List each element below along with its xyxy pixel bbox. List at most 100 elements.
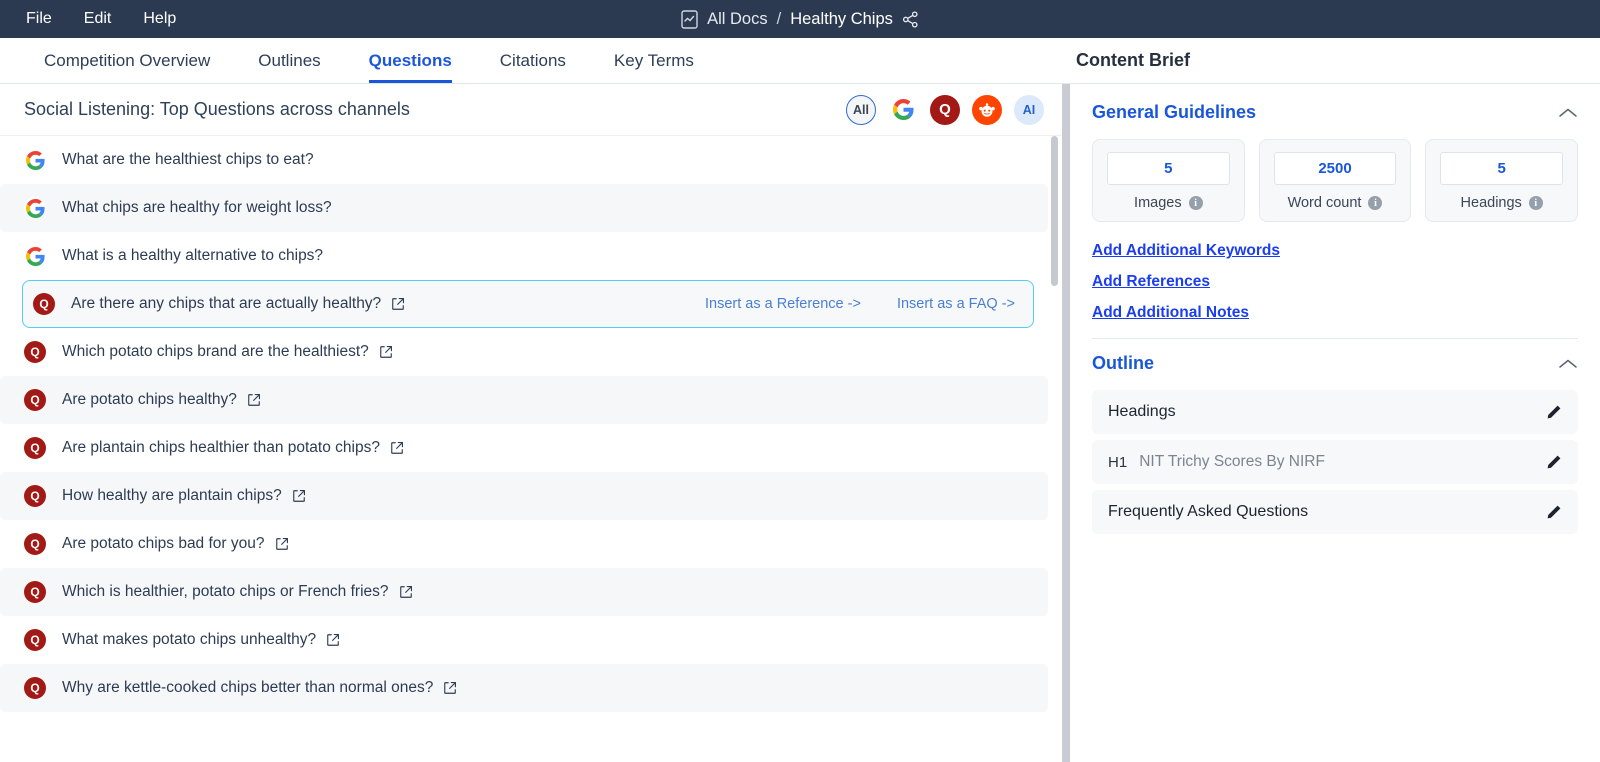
external-link-icon[interactable] xyxy=(292,489,306,503)
reddit-icon[interactable] xyxy=(972,95,1002,125)
outline-label: Frequently Asked Questions xyxy=(1108,503,1546,521)
breadcrumb: All Docs / Healthy Chips xyxy=(0,10,1600,29)
outline-row-faq[interactable]: Frequently Asked Questions xyxy=(1092,490,1578,534)
breadcrumb-all-docs[interactable]: All Docs xyxy=(707,10,768,29)
google-icon xyxy=(24,197,46,219)
quora-icon: Q xyxy=(24,533,46,555)
stat-word-count: 2500 Word count i xyxy=(1259,139,1412,222)
edit-pencil-icon[interactable] xyxy=(1546,454,1562,470)
external-link-icon[interactable] xyxy=(275,537,289,551)
external-link-icon[interactable] xyxy=(326,633,340,647)
menu-file[interactable]: File xyxy=(14,6,64,32)
menu-edit[interactable]: Edit xyxy=(72,6,124,32)
headings-input[interactable]: 5 xyxy=(1440,152,1563,185)
word-count-input[interactable]: 2500 xyxy=(1274,152,1397,185)
question-text: What chips are healthy for weight loss? xyxy=(62,199,332,217)
question-text: What makes potato chips unhealthy? xyxy=(62,631,316,649)
question-text: Are there any chips that are actually he… xyxy=(71,295,381,313)
content-brief-panel: General Guidelines 5 Images i 2500 Word … xyxy=(1070,84,1600,762)
quora-icon: Q xyxy=(24,677,46,699)
insert-as-faq-button[interactable]: Insert as a FAQ -> xyxy=(897,296,1015,312)
content-brief-header: Content Brief xyxy=(1062,38,1600,83)
quora-icon: Q xyxy=(24,389,46,411)
external-link-icon[interactable] xyxy=(247,393,261,407)
info-icon[interactable]: i xyxy=(1529,196,1543,210)
questions-scrollbar[interactable] xyxy=(1051,136,1058,286)
general-guidelines-header: General Guidelines xyxy=(1092,102,1578,123)
external-link-icon[interactable] xyxy=(443,681,457,695)
tab-citations[interactable]: Citations xyxy=(476,38,590,83)
quora-icon: Q xyxy=(24,437,46,459)
info-icon[interactable]: i xyxy=(1368,196,1382,210)
quora-icon: Q xyxy=(24,629,46,651)
list-item[interactable]: Q Why are kettle-cooked chips better tha… xyxy=(0,664,1048,712)
list-item[interactable]: Q How healthy are plantain chips? xyxy=(0,472,1048,520)
general-guidelines-title[interactable]: General Guidelines xyxy=(1092,102,1256,123)
questions-list: What are the healthiest chips to eat? Wh… xyxy=(0,136,1062,762)
list-item[interactable]: Q Are potato chips bad for you? xyxy=(0,520,1048,568)
stat-images: 5 Images i xyxy=(1092,139,1245,222)
tabs-row: Competition Overview Outlines Questions … xyxy=(0,38,1600,84)
quora-icon[interactable]: Q xyxy=(930,95,960,125)
edit-pencil-icon[interactable] xyxy=(1546,404,1562,420)
stat-headings: 5 Headings i xyxy=(1425,139,1578,222)
questions-section-header: Social Listening: Top Questions across c… xyxy=(0,84,1062,136)
tabs-group: Competition Overview Outlines Questions … xyxy=(0,38,1062,83)
tab-questions[interactable]: Questions xyxy=(345,38,476,83)
info-icon[interactable]: i xyxy=(1189,196,1203,210)
list-item[interactable]: What are the healthiest chips to eat? xyxy=(0,136,1048,184)
outline-row-h1[interactable]: H1 NIT Trichy Scores By NIRF xyxy=(1092,440,1578,484)
chevron-up-icon[interactable] xyxy=(1558,358,1578,370)
insert-as-reference-button[interactable]: Insert as a Reference -> xyxy=(705,296,861,312)
tab-key-terms[interactable]: Key Terms xyxy=(590,38,718,83)
tab-outlines[interactable]: Outlines xyxy=(234,38,344,83)
list-item[interactable]: Q Which is healthier, potato chips or Fr… xyxy=(0,568,1048,616)
add-additional-keywords-link[interactable]: Add Additional Keywords xyxy=(1092,242,1578,260)
menu-items-group: File Edit Help xyxy=(0,6,188,32)
images-label: Images xyxy=(1134,195,1182,211)
list-item-selected[interactable]: Q Are there any chips that are actually … xyxy=(22,280,1034,328)
word-count-label: Word count xyxy=(1288,195,1362,211)
list-item[interactable]: What chips are healthy for weight loss? xyxy=(0,184,1048,232)
list-item[interactable]: Q Are potato chips healthy? xyxy=(0,376,1048,424)
all-filter-icon[interactable]: All xyxy=(846,95,876,125)
list-item[interactable]: Q Are plantain chips healthier than pota… xyxy=(0,424,1048,472)
external-link-icon[interactable] xyxy=(399,585,413,599)
external-link-icon[interactable] xyxy=(391,297,405,311)
top-menu-bar: File Edit Help All Docs / Healthy Chips xyxy=(0,0,1600,38)
word-count-label-row: Word count i xyxy=(1274,195,1397,211)
images-input[interactable]: 5 xyxy=(1107,152,1230,185)
external-link-icon[interactable] xyxy=(390,441,404,455)
headings-label: Headings xyxy=(1461,195,1522,211)
outline-heading-tag: H1 xyxy=(1108,454,1127,471)
share-icon[interactable] xyxy=(902,11,919,28)
question-text: What is a healthy alternative to chips? xyxy=(62,247,323,265)
list-item[interactable]: Q What makes potato chips unhealthy? xyxy=(0,616,1048,664)
add-references-link[interactable]: Add References xyxy=(1092,273,1578,291)
guideline-stats: 5 Images i 2500 Word count i 5 Headings … xyxy=(1092,139,1578,222)
external-link-icon[interactable] xyxy=(379,345,393,359)
add-additional-notes-link[interactable]: Add Additional Notes xyxy=(1092,304,1578,322)
quora-icon: Q xyxy=(24,485,46,507)
quora-icon: Q xyxy=(24,341,46,363)
menu-help[interactable]: Help xyxy=(131,6,188,32)
question-text: How healthy are plantain chips? xyxy=(62,487,282,505)
question-text: Which is healthier, potato chips or Fren… xyxy=(62,583,389,601)
list-item[interactable]: What is a healthy alternative to chips? xyxy=(0,232,1048,280)
panel-divider[interactable] xyxy=(1062,84,1070,762)
google-icon[interactable] xyxy=(888,95,918,125)
edit-pencil-icon[interactable] xyxy=(1546,504,1562,520)
google-icon xyxy=(24,149,46,171)
question-text: What are the healthiest chips to eat? xyxy=(62,151,314,169)
main-content: Social Listening: Top Questions across c… xyxy=(0,84,1600,762)
ai-filter-label: AI xyxy=(1023,103,1036,117)
tab-competition-overview[interactable]: Competition Overview xyxy=(20,38,234,83)
outline-row-headings[interactable]: Headings xyxy=(1092,390,1578,434)
ai-icon[interactable]: AI xyxy=(1014,95,1044,125)
page-title: Social Listening: Top Questions across c… xyxy=(24,99,846,120)
breadcrumb-separator: / xyxy=(777,10,782,29)
breadcrumb-doc-title[interactable]: Healthy Chips xyxy=(790,10,893,29)
outline-title[interactable]: Outline xyxy=(1092,353,1154,374)
chevron-up-icon[interactable] xyxy=(1558,107,1578,119)
list-item[interactable]: Q Which potato chips brand are the healt… xyxy=(0,328,1048,376)
